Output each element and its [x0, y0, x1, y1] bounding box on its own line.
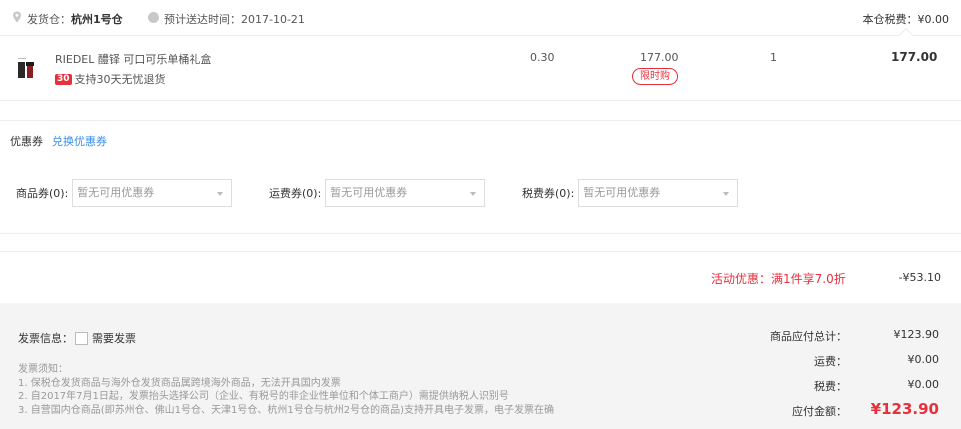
invoice-note: 1. 保税仓发货商品与海外仓发货商品属跨境海外商品，无法开具国内发票 [18, 377, 341, 389]
limited-time-tag: 限时购 [632, 68, 678, 85]
freight-coupon-placeholder: 暂无可用优惠券 [330, 186, 408, 199]
goods-total-value: ¥123.90 [893, 328, 940, 341]
invoice-checkbox-label[interactable]: 需要发票 [92, 330, 136, 346]
shipping-info-bar: 发货仓：杭州1号仓 预计送达时间：2017-10-21 本仓税费：¥0.00 [0, 0, 961, 43]
tax-coupon: 税费券(0): 暂无可用优惠券 [522, 179, 739, 207]
payable-value: ¥123.90 [870, 400, 939, 418]
coupon-selectors: 商品券(0): 暂无可用优惠券 运费券(0): 暂无可用优惠券 税费券(0): … [0, 179, 961, 209]
eta-info: 预计送达时间：2017-10-21 [164, 11, 305, 27]
goods-total-label: 商品应付总计： [770, 330, 847, 343]
payable-line: 应付金额： ¥123.90 [739, 400, 939, 428]
goods-coupon-select[interactable]: 暂无可用优惠券 [72, 179, 233, 207]
return-policy: 30 支持30天无忧退货 [55, 71, 166, 87]
location-pin-icon [13, 11, 21, 23]
invoice-label: 发票信息： [18, 332, 73, 345]
payable-label: 应付金额： [792, 405, 847, 418]
tax-label: 税费： [814, 380, 847, 393]
tax-coupon-select[interactable]: 暂无可用优惠券 [578, 179, 739, 207]
invoice-note: 3. 自营国内仓商品(即苏州仓、佛山1号仓、天津1号仓、杭州1号仓与杭州2号仓的… [18, 404, 554, 416]
price-summary: 商品应付总计： ¥123.90 运费： ¥0.00 税费： ¥0.00 应付金额… [739, 328, 939, 428]
warehouse-value: 杭州1号仓 [71, 13, 123, 26]
invoice-checkbox[interactable] [75, 331, 88, 345]
tax-value: ¥0.00 [907, 378, 940, 391]
freight-line: 运费： ¥0.00 [739, 353, 939, 378]
product-quantity: 1 [770, 51, 777, 64]
invoice-notes-title: 发票须知： [18, 364, 68, 375]
freight-value: ¥0.00 [907, 353, 940, 366]
freight-coupon-label: 运费券(0): [269, 187, 322, 200]
return-badge-icon: 30 [55, 73, 72, 85]
warehouse-info: 发货仓：杭州1号仓 [27, 11, 123, 27]
invoice-option: 发票信息： 需要发票 [18, 330, 136, 346]
eta-value: 2017-10-21 [241, 13, 305, 26]
invoice-note: 2. 自2017年7月1日起，发票抬头选择公司（企业、有税号的非企业性单位和个体… [18, 391, 509, 402]
goods-coupon-label: 商品券(0): [16, 187, 69, 200]
eta-label: 预计送达时间： [164, 13, 241, 26]
warehouse-tax: 本仓税费：¥0.00 [862, 13, 950, 26]
promotion-label: 活动优惠：满1件享7.0折 [711, 272, 846, 286]
promotion-value: -¥53.10 [898, 271, 941, 284]
divider [0, 233, 961, 234]
tax-coupon-label: 税费券(0): [522, 187, 575, 200]
tax-coupon-placeholder: 暂无可用优惠券 [583, 186, 661, 199]
invoice-notes: 发票须知： 1. 保税仓发货商品与海外仓发货商品属跨境海外商品，无法开具国内发票… [18, 363, 554, 417]
promotion-row: 活动优惠：满1件享7.0折 -¥53.10 [0, 264, 961, 290]
coupon-title: 优惠券 [10, 135, 43, 148]
product-row: RIEDEL 醴铎 可口可乐单桶礼盒 30 支持30天无忧退货 0.30 177… [0, 37, 961, 101]
goods-coupon: 商品券(0): 暂无可用优惠券 [16, 179, 233, 207]
goods-total-line: 商品应付总计： ¥123.90 [739, 328, 939, 353]
order-footer: 发票信息： 需要发票 发票须知： 1. 保税仓发货商品与海外仓发货商品属跨境海外… [0, 303, 961, 429]
warehouse-label: 发货仓： [27, 13, 71, 26]
return-policy-text: 支持30天无忧退货 [74, 73, 166, 86]
freight-label: 运费： [814, 355, 847, 368]
goods-coupon-placeholder: 暂无可用优惠券 [77, 186, 155, 199]
chevron-down-icon [723, 192, 730, 196]
product-subtotal: 177.00 [891, 50, 938, 64]
chevron-down-icon [217, 192, 224, 196]
product-price: 177.00 [640, 51, 679, 64]
freight-coupon-select[interactable]: 暂无可用优惠券 [325, 179, 486, 207]
freight-coupon: 运费券(0): 暂无可用优惠券 [269, 179, 486, 207]
exchange-coupon-link[interactable]: 兑换优惠券 [52, 133, 107, 149]
clock-icon [148, 12, 159, 23]
product-name[interactable]: RIEDEL 醴铎 可口可乐单桶礼盒 [55, 51, 211, 67]
divider [0, 251, 961, 252]
coupon-header: 优惠券 兑换优惠券 [0, 120, 961, 154]
product-thumbnail[interactable] [14, 53, 44, 83]
chevron-down-icon [470, 192, 477, 196]
product-weight: 0.30 [530, 51, 555, 64]
